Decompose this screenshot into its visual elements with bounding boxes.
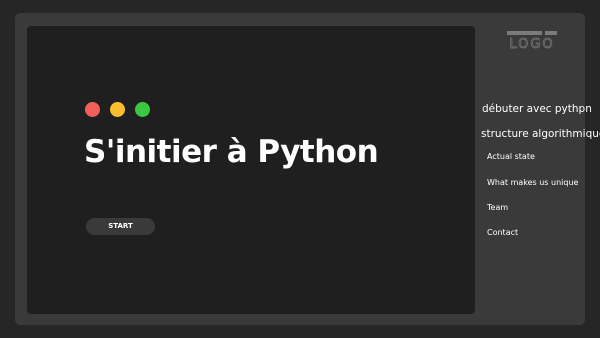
minimize-dot[interactable] [110,102,125,117]
nav-item-what-makes-us-unique[interactable]: What makes us unique [487,178,578,187]
nav-item-team[interactable]: Team [487,203,508,212]
logo: LOGO [507,31,557,51]
slide-canvas: S'initier à Python START [27,26,475,314]
slide-title: S'initier à Python [84,134,379,170]
nav-item-actual-state[interactable]: Actual state [487,152,535,161]
maximize-dot[interactable] [135,102,150,117]
window-controls [85,102,150,117]
nav-item-structure-algorithmique[interactable]: structure algorithmique [481,128,600,140]
close-dot[interactable] [85,102,100,117]
start-button[interactable]: START [86,218,155,235]
logo-text: LOGO [509,37,554,51]
nav-item-debuter-avec-python[interactable]: débuter avec pythpn [482,103,592,115]
nav-item-contact[interactable]: Contact [487,228,518,237]
